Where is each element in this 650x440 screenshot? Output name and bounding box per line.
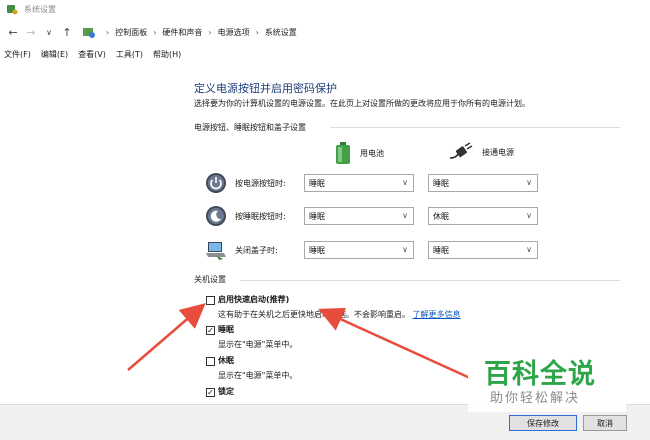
history-chevron-icon[interactable]: ∨ — [40, 23, 58, 41]
menu-bar: 文件(F) 编辑(E) 查看(V) 工具(T) 帮助(H) — [0, 46, 650, 62]
power-plug-icon — [449, 142, 473, 159]
breadcrumb-separator-icon: › — [106, 27, 110, 37]
group-divider — [330, 127, 620, 128]
sleep-checkbox[interactable]: ✓ — [206, 326, 215, 335]
fast-startup-description: 这有助于在关机之后更快地启动电脑。不会影响重启。 了解更多信息 — [218, 309, 461, 320]
menu-tools[interactable]: 工具(T) — [116, 49, 143, 60]
chevron-down-icon: ∨ — [526, 245, 532, 254]
chevron-down-icon: ∨ — [402, 178, 408, 187]
battery-column-header: 用电池 — [334, 142, 384, 164]
select-value: 睡眠 — [309, 211, 325, 221]
menu-edit[interactable]: 编辑(E) — [41, 49, 68, 60]
page-subtitle: 选择要为你的计算机设置的电源设置。在此页上对设置所做的更改将应用于你所有的电源计… — [194, 99, 530, 108]
group-divider — [240, 280, 620, 281]
up-arrow-icon[interactable]: ↑ — [58, 23, 76, 41]
power-button-plugged-select[interactable]: 睡眠 ∨ — [428, 174, 538, 192]
forward-arrow-icon[interactable]: → — [22, 23, 40, 41]
chevron-down-icon: ∨ — [402, 245, 408, 254]
power-options-app-icon — [7, 5, 18, 15]
back-arrow-icon[interactable]: ← — [4, 23, 22, 41]
lid-close-battery-select[interactable]: 睡眠 ∨ — [304, 241, 414, 259]
lid-close-label: 关闭盖子时: — [235, 245, 278, 255]
system-settings-window: 系统设置 ← → ∨ ↑ › 控制面板 › 硬件和声音 › 电源选项 › 系统设… — [0, 0, 650, 440]
sleep-button-row: 按睡眠按钮时: — [205, 205, 303, 227]
select-value: 睡眠 — [433, 245, 449, 255]
learn-more-link[interactable]: 了解更多信息 — [413, 310, 461, 319]
menu-help[interactable]: 帮助(H) — [153, 49, 181, 60]
lid-close-plugged-select[interactable]: 睡眠 ∨ — [428, 241, 538, 259]
hibernate-option-label[interactable]: 休眠 — [218, 355, 234, 366]
control-panel-icon — [83, 28, 95, 38]
battery-icon — [336, 142, 350, 164]
page-title: 定义电源按钮并启用密码保护 — [194, 82, 337, 95]
cancel-button[interactable]: 取消 — [583, 415, 627, 431]
breadcrumb: › 控制面板 › 硬件和声音 › 电源选项 › 系统设置 — [82, 25, 297, 39]
breadcrumb-power-options[interactable]: 电源选项 — [218, 27, 250, 38]
lid-close-row: 关闭盖子时: — [205, 239, 303, 261]
sleep-button-plugged-select[interactable]: 休眠 ∨ — [428, 207, 538, 225]
breadcrumb-separator-icon: › — [208, 27, 212, 37]
fast-startup-desc-text: 这有助于在关机之后更快地启动电脑。不会影响重启。 — [218, 310, 410, 319]
menu-file[interactable]: 文件(F) — [4, 49, 31, 60]
select-value: 睡眠 — [309, 178, 325, 188]
breadcrumb-separator-icon: › — [255, 27, 259, 37]
breadcrumb-control-panel[interactable]: 控制面板 — [115, 27, 147, 38]
watermark-slogan: 助你轻松解决 — [490, 391, 581, 406]
chevron-down-icon: ∨ — [526, 178, 532, 187]
hibernate-checkbox[interactable] — [206, 357, 215, 366]
power-button-label: 按电源按钮时: — [235, 178, 286, 188]
select-value: 休眠 — [433, 211, 449, 221]
fast-startup-checkbox[interactable] — [206, 296, 215, 305]
lock-option-label[interactable]: 锁定 — [218, 386, 234, 397]
watermark-title: 百科全说 — [484, 359, 596, 390]
title-bar: 系统设置 — [0, 0, 650, 18]
watermark-logo: 百科全说 助你轻松解决 — [468, 342, 626, 412]
sleep-option-label[interactable]: 睡眠 — [218, 324, 234, 335]
sleep-button-battery-select[interactable]: 睡眠 ∨ — [304, 207, 414, 225]
shutdown-group-title: 关机设置 — [194, 275, 226, 284]
plugged-column-label: 接通电源 — [482, 147, 514, 157]
fast-startup-label[interactable]: 启用快速启动(推荐) — [218, 294, 289, 305]
power-button-battery-select[interactable]: 睡眠 ∨ — [304, 174, 414, 192]
window-title: 系统设置 — [24, 4, 56, 14]
sleep-button-label: 按睡眠按钮时: — [235, 211, 286, 221]
power-group-title: 电源按钮、睡眠按钮和盖子设置 — [194, 123, 306, 132]
sleep-option-description: 显示在"电源"菜单中。 — [218, 340, 298, 349]
breadcrumb-system-settings[interactable]: 系统设置 — [265, 27, 297, 38]
hibernate-option-description: 显示在"电源"菜单中。 — [218, 371, 298, 380]
power-button-icon — [206, 173, 226, 193]
lock-checkbox[interactable]: ✓ — [206, 388, 215, 397]
sleep-button-icon — [206, 206, 226, 226]
chevron-down-icon: ∨ — [402, 211, 408, 220]
breadcrumb-hardware-sound[interactable]: 硬件和声音 — [162, 27, 202, 38]
address-bar: ← → ∨ ↑ › 控制面板 › 硬件和声音 › 电源选项 › 系统设置 — [0, 20, 650, 44]
power-button-row: 按电源按钮时: — [205, 172, 303, 194]
select-value: 睡眠 — [433, 178, 449, 188]
save-changes-button[interactable]: 保存修改 — [509, 415, 577, 431]
select-value: 睡眠 — [309, 245, 325, 255]
battery-column-label: 用电池 — [360, 148, 384, 158]
breadcrumb-separator-icon: › — [153, 27, 157, 37]
chevron-down-icon: ∨ — [526, 211, 532, 220]
menu-view[interactable]: 查看(V) — [78, 49, 106, 60]
laptop-lid-icon — [206, 242, 226, 260]
plugged-column-header: 接通电源 — [448, 142, 514, 162]
